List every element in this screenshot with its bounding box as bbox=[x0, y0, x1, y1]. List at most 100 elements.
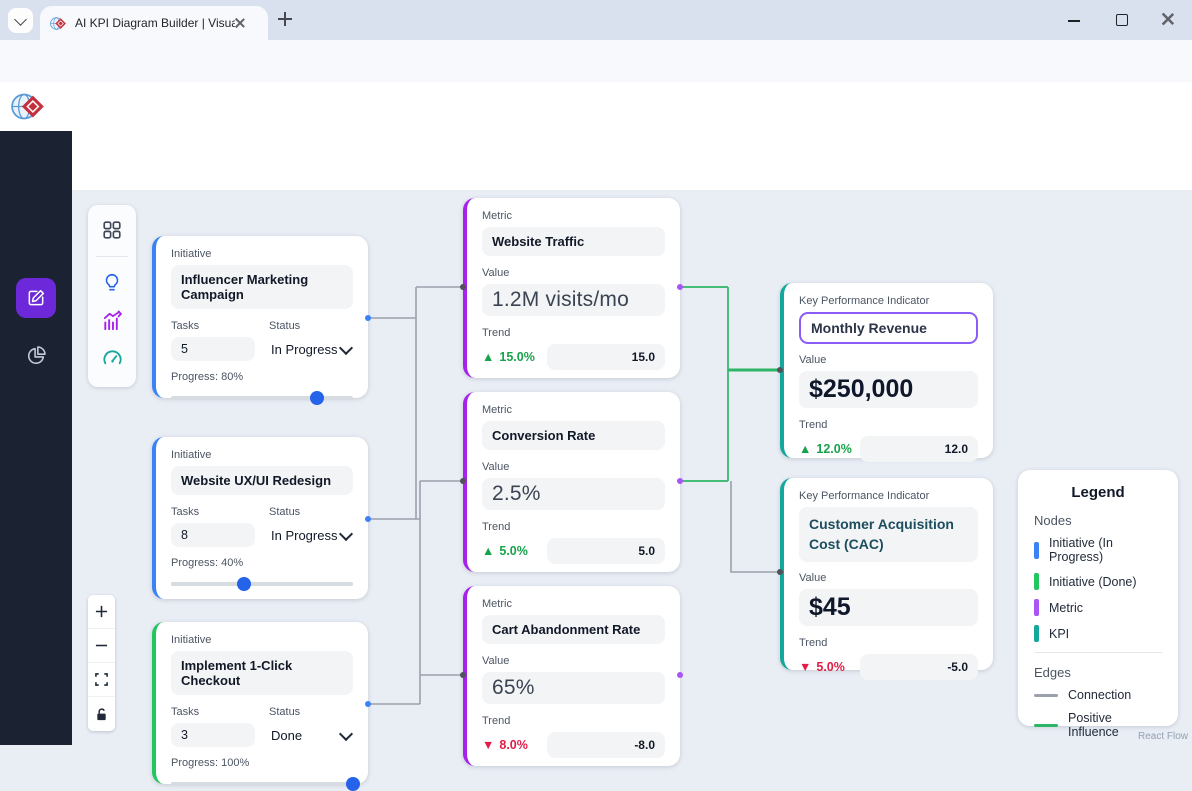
value-label: Value bbox=[482, 267, 665, 279]
handle-kpi-2-in[interactable] bbox=[777, 569, 783, 575]
window-close-button[interactable] bbox=[1163, 14, 1179, 30]
tab-search-button[interactable] bbox=[8, 8, 33, 33]
fit-view-button[interactable] bbox=[88, 663, 115, 697]
initiative-name-field[interactable]: Implement 1-Click Checkout bbox=[171, 651, 353, 695]
node-type-label: Metric bbox=[482, 598, 665, 610]
kpi-node-1[interactable]: Key Performance Indicator Monthly Revenu… bbox=[780, 283, 993, 458]
connection-edge-kpi2[interactable] bbox=[731, 481, 780, 572]
handle-initiative-2[interactable] bbox=[365, 516, 371, 522]
tab-close-icon[interactable] bbox=[235, 18, 245, 28]
trend-value-field[interactable]: 12.0 bbox=[860, 436, 978, 462]
trend-value-field[interactable]: 5.0 bbox=[547, 538, 665, 564]
handle-initiative-1[interactable] bbox=[365, 315, 371, 321]
unlock-icon bbox=[95, 708, 108, 721]
sidebar-item-charts[interactable] bbox=[25, 345, 47, 367]
legend-title: Legend bbox=[1034, 484, 1162, 501]
handle-kpi-1-in[interactable] bbox=[777, 367, 783, 373]
status-select[interactable]: Done bbox=[269, 723, 353, 748]
slider-thumb[interactable] bbox=[310, 391, 324, 405]
handle-metric-1-in[interactable] bbox=[460, 284, 466, 290]
kpi-value-field[interactable]: $45 bbox=[799, 589, 978, 626]
progress-slider[interactable] bbox=[171, 396, 353, 400]
node-type-label: Initiative bbox=[171, 449, 353, 461]
kpi-name-field[interactable]: Monthly Revenue bbox=[799, 312, 978, 344]
initiative-node-1[interactable]: Initiative Influencer Marketing Campaign… bbox=[152, 236, 368, 398]
status-select[interactable]: In Progress bbox=[269, 523, 353, 548]
value-label: Value bbox=[799, 354, 978, 366]
tasks-field[interactable]: 3 bbox=[171, 723, 255, 747]
value-label: Value bbox=[799, 572, 978, 584]
trend-up-icon: ▲ bbox=[482, 544, 494, 558]
node-type-label: Initiative bbox=[171, 634, 353, 646]
initiative-tool-lightbulb-icon[interactable] bbox=[101, 272, 123, 294]
app-toolbar: Generate with AI File Examples Share ? bbox=[72, 131, 1192, 190]
chevron-down-icon bbox=[339, 526, 353, 540]
zoom-in-button[interactable] bbox=[88, 595, 115, 629]
value-label: Value bbox=[482, 461, 665, 473]
kpi-node-2[interactable]: Key Performance Indicator Customer Acqui… bbox=[780, 478, 993, 670]
initiative-inprogress-swatch bbox=[1034, 542, 1039, 559]
metric-value-field[interactable]: 1.2M visits/mo bbox=[482, 284, 665, 316]
node-palette bbox=[88, 205, 136, 387]
status-label: Status bbox=[269, 706, 353, 718]
metric-name-field[interactable]: Website Traffic bbox=[482, 227, 665, 256]
trend-value-field[interactable]: -5.0 bbox=[860, 654, 978, 680]
trend-badge: ▼8.0% bbox=[482, 738, 528, 752]
slider-thumb[interactable] bbox=[237, 577, 251, 591]
legend-item: Initiative (Done) bbox=[1034, 573, 1162, 590]
initiative-node-2[interactable]: Initiative Website UX/UI Redesign Tasks8… bbox=[152, 437, 368, 599]
trend-value-field[interactable]: -8.0 bbox=[547, 732, 665, 758]
new-tab-button[interactable] bbox=[278, 12, 296, 30]
tasks-field[interactable]: 8 bbox=[171, 523, 255, 547]
kpi-value-field[interactable]: $250,000 bbox=[799, 371, 978, 408]
initiative-node-3[interactable]: Initiative Implement 1-Click Checkout Ta… bbox=[152, 622, 368, 784]
zoom-out-button[interactable] bbox=[88, 629, 115, 663]
handle-metric-2-out[interactable] bbox=[677, 478, 683, 484]
kpi-tool-gauge-icon[interactable] bbox=[101, 347, 124, 370]
metric-node-3[interactable]: Metric Cart Abandonment Rate Value 65% T… bbox=[463, 586, 680, 766]
browser-tab[interactable]: AI KPI Diagram Builder | Visualiz bbox=[40, 6, 268, 40]
kpi-name-field[interactable]: Customer Acquisition Cost (CAC) bbox=[799, 507, 978, 562]
node-type-label: Key Performance Indicator bbox=[799, 295, 978, 307]
trend-down-icon: ▼ bbox=[482, 738, 494, 752]
metric-node-2[interactable]: Metric Conversion Rate Value 2.5% Trend … bbox=[463, 392, 680, 572]
positive-influence-edges[interactable] bbox=[679, 287, 728, 481]
metric-node-1[interactable]: Metric Website Traffic Value 1.2M visits… bbox=[463, 198, 680, 378]
window-maximize-button[interactable] bbox=[1116, 12, 1132, 28]
browser-toolbar: ai-toolbox.visual-paradigm.com/app/kpi-p… bbox=[0, 40, 1192, 82]
metric-tool-chart-icon[interactable] bbox=[101, 309, 124, 332]
tasks-field[interactable]: 5 bbox=[171, 337, 255, 361]
initiative-name-field[interactable]: Website UX/UI Redesign bbox=[171, 466, 353, 495]
handle-metric-3-in[interactable] bbox=[460, 672, 466, 678]
trend-value-field[interactable]: 15.0 bbox=[547, 344, 665, 370]
metric-name-field[interactable]: Cart Abandonment Rate bbox=[482, 615, 665, 644]
initiative-name-field[interactable]: Influencer Marketing Campaign bbox=[171, 265, 353, 309]
trend-label: Trend bbox=[799, 637, 978, 649]
handle-metric-2-in[interactable] bbox=[460, 478, 466, 484]
handle-initiative-3[interactable] bbox=[365, 701, 371, 707]
handle-metric-1-out[interactable] bbox=[677, 284, 683, 290]
visual-paradigm-logo bbox=[11, 89, 46, 124]
app-header: KPI Performance Diagram Builder Powered … bbox=[0, 82, 1192, 132]
progress-slider[interactable] bbox=[171, 782, 353, 786]
trend-badge: ▲15.0% bbox=[482, 350, 535, 364]
legend-item: KPI bbox=[1034, 625, 1162, 642]
window-minimize-button[interactable] bbox=[1068, 12, 1084, 28]
status-label: Status bbox=[269, 506, 353, 518]
slider-thumb[interactable] bbox=[346, 777, 360, 791]
legend-nodes-label: Nodes bbox=[1034, 513, 1162, 528]
status-select[interactable]: In Progress bbox=[269, 337, 353, 362]
progress-slider[interactable] bbox=[171, 582, 353, 586]
handle-metric-3-out[interactable] bbox=[677, 672, 683, 678]
metric-value-field[interactable]: 2.5% bbox=[482, 478, 665, 510]
legend-panel: Legend Nodes Initiative (In Progress) In… bbox=[1018, 470, 1178, 726]
grid-tool-icon[interactable] bbox=[101, 219, 123, 241]
metric-name-field[interactable]: Conversion Rate bbox=[482, 421, 665, 450]
legend-item: Metric bbox=[1034, 599, 1162, 616]
minimize-icon bbox=[1068, 20, 1080, 22]
close-icon bbox=[1162, 13, 1175, 26]
lock-button[interactable] bbox=[88, 697, 115, 731]
metric-value-field[interactable]: 65% bbox=[482, 672, 665, 704]
connection-edges[interactable] bbox=[368, 287, 463, 704]
sidebar-item-editor[interactable] bbox=[16, 278, 56, 318]
